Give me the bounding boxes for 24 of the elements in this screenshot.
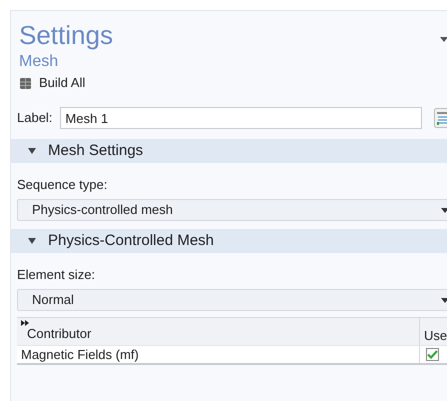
label-field[interactable]: Mesh 1 [60,107,422,129]
section-header[interactable]: Physics-Controlled Mesh [11,229,447,253]
label-caption: Label: [17,109,52,128]
dropdown[interactable]: Normal [17,289,447,311]
expand-caret-icon [28,238,36,244]
table-cell: Magnetic Fields (mf) [17,346,420,363]
column-header[interactable]: Use [424,327,447,345]
dropdown-arrow-icon [441,298,447,302]
field-label: Sequence type: [17,176,108,194]
section-header[interactable]: Mesh Settings [11,139,447,163]
dropdown-arrow-icon [441,208,447,212]
label-options-icon[interactable] [434,108,447,128]
panel-title: Settings [19,19,113,51]
check-icon [427,350,438,359]
use-checkbox[interactable] [426,348,439,361]
build-all-button[interactable]: Build All [20,73,86,93]
dropdown[interactable]: Physics-controlled mesh [17,199,447,221]
grid-icon [20,78,31,88]
expand-caret-icon [28,148,36,154]
panel-menu-icon[interactable] [440,37,447,42]
expand-columns-icon[interactable] [21,320,29,326]
node-name: Mesh [18,52,60,72]
field-label: Element size: [17,266,96,284]
column-header[interactable]: Contributor [21,326,415,342]
